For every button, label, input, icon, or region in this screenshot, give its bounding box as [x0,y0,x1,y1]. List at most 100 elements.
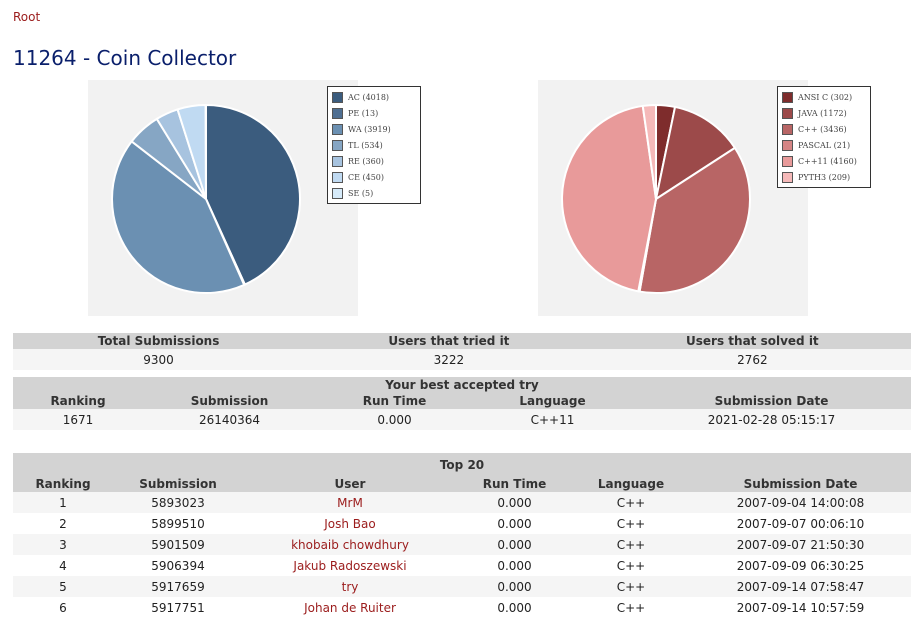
date-cell: 2007-09-14 07:58:47 [690,576,911,597]
legend-item: PYTH3 (209) [782,169,866,185]
best-submission: 26140364 [143,409,316,430]
total-submissions-value: 9300 [13,349,305,370]
legend-label: SE (5) [348,188,374,198]
user-link[interactable]: Johan de Ruiter [304,601,396,615]
legend-item: WA (3919) [332,121,416,137]
legend-swatch [782,139,793,151]
language-cell: C++ [616,516,646,531]
submission-cell: 5917659 [113,576,243,597]
ranking-cell: 3 [13,534,113,555]
user-cell: Jakub Radoszewski [243,555,457,576]
legend-label: TL (534) [348,140,383,150]
user-link[interactable]: Josh Bao [324,517,375,531]
top20-col-header: Ranking [13,476,113,492]
date-cell: 2007-09-07 00:06:10 [736,516,865,531]
legend-item: C++ (3436) [782,121,866,137]
user-link[interactable]: khobaib chowdhury [291,538,409,552]
legend-swatch [332,171,343,183]
table-row: 4 5906394 Jakub Radoszewski 0.000 C++ 2007-09… [13,555,911,576]
best-runtime: 0.000 [316,409,473,430]
submission-cell: 5906394 [151,558,205,573]
top20-col-header: Submission [113,476,243,492]
top20-col-header: Language [572,476,690,492]
user-cell: Josh Bao [243,513,457,534]
legend-swatch [782,155,793,167]
runtime-cell: 0.000 [457,492,572,513]
best-try-table: Your best accepted try Ranking Submissio… [13,377,911,430]
legend-item: JAVA (1172) [782,105,866,121]
verdict-pie-svg [111,103,301,294]
legend-label: PE (13) [348,108,379,118]
ranking-cell: 5 [13,576,113,597]
runtime-cell: 0.000 [497,558,532,573]
legend-item: PASCAL (21) [782,137,866,153]
legend-item: ANSI C (302) [782,89,866,105]
user-link[interactable]: MrM [337,496,363,510]
legend-label: CE (450) [348,172,385,182]
submission-cell: 5893023 [113,492,243,513]
legend-swatch [332,123,343,135]
ranking-cell: 1 [13,492,113,513]
legend-item: SE (5) [332,185,416,201]
top20-col-header: Run Time [457,476,572,492]
legend-swatch [782,107,793,119]
date-cell: 2007-09-07 21:50:30 [690,534,911,555]
best-col-header: Ranking [13,393,143,409]
language-pie-svg [561,103,751,294]
legend-swatch [332,107,343,119]
summary-header: Users that solved it [593,333,911,349]
language-cell: C++ [572,492,690,513]
top20-col-header: Submission Date [690,476,911,492]
language-cell: C++ [572,534,690,555]
table-row: 1 5893023 MrM 0.000 C++ 2007-09-04 14:00:08 [13,492,911,513]
runtime-cell: 0.000 [497,516,532,531]
top20-caption: Top 20 [13,453,911,476]
best-date: 2021-02-28 05:15:17 [632,409,911,430]
date-cell: 2007-09-14 10:57:59 [736,600,865,615]
legend-swatch [332,187,343,199]
legend-swatch [332,139,343,151]
runtime-cell: 0.000 [457,534,572,555]
user-cell: khobaib chowdhury [243,534,457,555]
legend-swatch [782,123,793,135]
legend-label: ANSI C (302) [798,92,853,102]
legend-label: RE (360) [348,156,384,166]
best-col-header: Submission Date [632,393,911,409]
breadcrumb-root-link[interactable]: Root [13,10,40,24]
runtime-cell: 0.000 [497,600,532,615]
legend-item: RE (360) [332,153,416,169]
best-ranking: 1671 [13,409,143,430]
ranking-cell: 4 [59,558,67,573]
verdict-legend: AC (4018) PE (13) WA (3919) TL (534) RE (360… [327,86,421,204]
ranking-cell: 6 [59,600,67,615]
legend-item: AC (4018) [332,89,416,105]
language-cell: C++ [616,600,646,615]
legend-label: C++11 (4160) [798,156,857,166]
best-try-caption: Your best accepted try [13,377,911,393]
user-link[interactable]: Jakub Radoszewski [293,559,406,573]
language-legend: ANSI C (302) JAVA (1172) C++ (3436) PASCAL … [777,86,871,188]
table-row: 6 5917751 Johan de Ruiter 0.000 C++ 2007-09-1… [13,597,911,618]
submission-cell: 5917751 [151,600,205,615]
pie-slice-c-11 [561,104,658,293]
summary-header: Users that tried it [304,333,594,349]
legend-item: TL (534) [332,137,416,153]
user-link[interactable]: try [342,580,359,594]
table-row: 5 5917659 try 0.000 C++ 2007-09-14 07:58:47 [13,576,911,597]
legend-swatch [782,91,793,103]
best-col-header: Run Time [316,393,473,409]
runtime-cell: 0.000 [457,576,572,597]
ranking-cell: 2 [59,516,67,531]
user-cell: try [243,576,457,597]
legend-label: PYTH3 (209) [798,172,851,182]
summary-header: Total Submissions [13,333,305,349]
best-col-header: Submission [143,393,316,409]
verdict-pie-chart: AC (4018) PE (13) WA (3919) TL (534) RE (360… [88,80,421,316]
date-cell: 2007-09-04 14:00:08 [690,492,911,513]
table-row: 2 5899510 Josh Bao 0.000 C++ 2007-09-07 00:06… [13,513,911,534]
language-pie-chart: ANSI C (302) JAVA (1172) C++ (3436) PASCAL … [538,80,871,316]
submission-cell: 5901509 [113,534,243,555]
top20-col-header: User [243,476,457,492]
language-cell: C++ [572,576,690,597]
table-row: 3 5901509 khobaib chowdhury 0.000 C++ 2007-09… [13,534,911,555]
